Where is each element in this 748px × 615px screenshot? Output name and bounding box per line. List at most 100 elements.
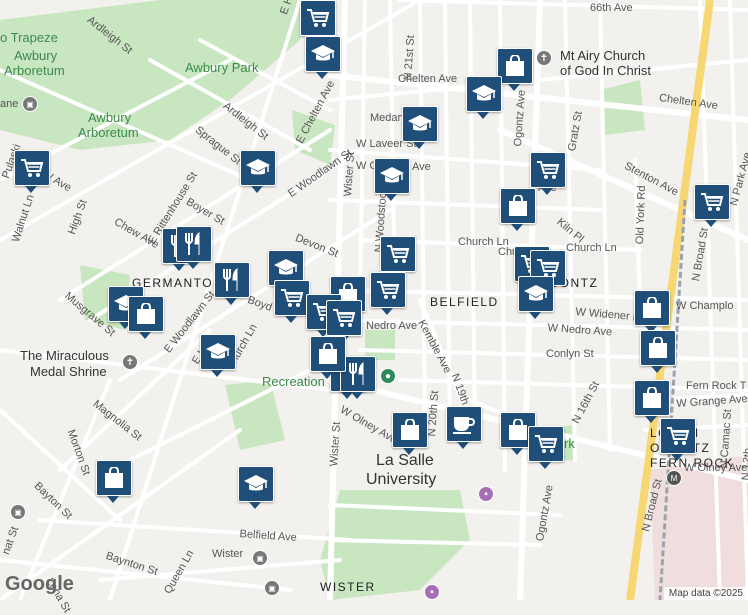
- graduation-cap-icon: [273, 258, 299, 278]
- shopping-bag-icon: [505, 55, 525, 77]
- shopping-cart-marker[interactable]: [370, 272, 406, 315]
- graduation-cap-marker[interactable]: [466, 76, 502, 119]
- street-label: Church Ln: [566, 242, 617, 254]
- street-label: Chelten Ave: [398, 73, 458, 85]
- place-label-church-b: of God In Christ: [560, 63, 652, 78]
- shopping-cart-marker[interactable]: [660, 418, 696, 461]
- shopping-cart-icon: [534, 434, 558, 454]
- street-label: Ave: [412, 161, 431, 173]
- restaurant-icon: [183, 232, 205, 256]
- street-label: Fern Rock T: [686, 380, 747, 392]
- shopping-bag-icon: [400, 419, 420, 441]
- shopping-cart-icon: [700, 192, 724, 212]
- restaurant-icon: [347, 362, 369, 386]
- graduation-cap-marker[interactable]: [402, 106, 438, 149]
- shopping-bag-icon: [642, 387, 662, 409]
- shopping-bag-marker[interactable]: [128, 296, 164, 339]
- graduation-cap-icon: [245, 158, 271, 178]
- shopping-cart-marker[interactable]: [274, 280, 310, 323]
- shopping-bag-marker[interactable]: [640, 330, 676, 373]
- google-logo: Google: [5, 573, 74, 595]
- street-label: Old York Rd: [634, 185, 649, 245]
- place-label-awbury-arboretum-1b: Arboretum: [4, 63, 65, 78]
- shopping-bag-marker[interactable]: [497, 48, 533, 91]
- graduation-cap-marker[interactable]: [374, 158, 410, 201]
- street-label: N 12th: [740, 447, 748, 481]
- graduation-cap-icon: [379, 166, 405, 186]
- neighborhood-label-wister: WISTER: [320, 580, 376, 594]
- street-label: W Olney Ave: [684, 462, 748, 474]
- street-label: Conlyn St: [546, 348, 594, 360]
- graduation-cap-icon: [407, 114, 433, 134]
- graduation-cap-marker[interactable]: [240, 150, 276, 193]
- graduation-cap-marker[interactable]: [238, 466, 274, 509]
- shopping-bag-marker[interactable]: [500, 188, 536, 231]
- graduation-cap-icon: [205, 342, 231, 362]
- street-label: Wister: [212, 548, 244, 560]
- restaurant-marker[interactable]: [176, 226, 212, 269]
- shopping-bag-icon: [642, 297, 662, 319]
- place-label-shrine-b: Medal Shrine: [30, 364, 107, 379]
- shopping-bag-icon: [104, 467, 124, 489]
- graduation-cap-marker[interactable]: [200, 334, 236, 377]
- shopping-cart-icon: [306, 8, 330, 28]
- school-icon[interactable]: ▪: [424, 584, 440, 600]
- transit-icon[interactable]: ▣: [10, 504, 26, 520]
- shopping-bag-icon: [648, 337, 668, 359]
- place-label-awbury-arboretum-2b: Arboretum: [78, 125, 139, 140]
- graduation-cap-icon: [523, 284, 549, 304]
- graduation-cap-icon: [310, 44, 336, 64]
- place-label-shrine-a: The Miraculous: [20, 348, 109, 363]
- shopping-cart-icon: [536, 258, 560, 278]
- graduation-cap-icon: [243, 474, 269, 494]
- park-pin-icon[interactable]: ●: [380, 368, 396, 384]
- university-icon[interactable]: ▪: [478, 486, 494, 502]
- place-label-lasalle-b: University: [366, 471, 437, 488]
- shopping-bag-icon: [136, 303, 156, 325]
- restaurant-marker[interactable]: [214, 262, 250, 305]
- place-label-park-partial: rk: [564, 436, 575, 451]
- shopping-cart-icon: [536, 160, 560, 180]
- shopping-cart-icon: [386, 244, 410, 264]
- transit-icon[interactable]: ▣: [264, 580, 280, 596]
- map-attribution: Map data ©2025: [663, 587, 748, 600]
- shopping-bag-marker[interactable]: [310, 336, 346, 379]
- shopping-cart-icon: [332, 308, 356, 328]
- street-label: 66th Ave: [590, 2, 633, 14]
- neighborhood-label-belfield: BELFIELD: [430, 295, 499, 309]
- shopping-cart-icon: [20, 158, 44, 178]
- shopping-cart-icon: [280, 288, 304, 308]
- street-label: Nedro Ave: [366, 320, 418, 332]
- shopping-bag-icon: [508, 195, 528, 217]
- coffee-cup-marker[interactable]: [446, 406, 482, 449]
- shopping-bag-icon: [318, 343, 338, 365]
- shopping-bag-marker[interactable]: [634, 380, 670, 423]
- graduation-cap-icon: [471, 84, 497, 104]
- place-label-awbury-arboretum-1a: Awbury: [14, 48, 58, 63]
- neighborhood-label-germantown: GERMANTO: [132, 276, 214, 290]
- transit-icon[interactable]: ▣: [22, 96, 38, 112]
- street-label: W Champlo: [676, 300, 734, 312]
- church-icon[interactable]: ✝: [122, 354, 138, 370]
- place-label-church-a: Mt Airy Church: [560, 48, 646, 63]
- transit-icon[interactable]: ▣: [252, 550, 268, 566]
- shopping-bag-marker[interactable]: [392, 412, 428, 455]
- graduation-cap-marker[interactable]: [305, 36, 341, 79]
- shopping-cart-marker[interactable]: [528, 426, 564, 469]
- coffee-cup-icon: [452, 414, 476, 434]
- shopping-cart-marker[interactable]: [694, 184, 730, 227]
- shopping-cart-marker[interactable]: [14, 150, 50, 193]
- shopping-cart-icon: [666, 426, 690, 446]
- place-label-trapeze: o Trapeze: [0, 30, 58, 45]
- shopping-bag-marker[interactable]: [634, 290, 670, 333]
- place-label-awbury-arboretum-2a: Awbury: [88, 110, 132, 125]
- shopping-bag-marker[interactable]: [96, 460, 132, 503]
- graduation-cap-marker[interactable]: [518, 276, 554, 319]
- subway-icon[interactable]: M: [666, 470, 682, 486]
- church-icon[interactable]: ✝: [536, 50, 552, 66]
- shopping-cart-icon: [376, 280, 400, 300]
- place-label-awbury-park: Awbury Park: [185, 60, 259, 75]
- street-label: ane: [0, 98, 19, 110]
- restaurant-icon: [221, 268, 243, 292]
- shopping-bag-icon: [508, 419, 528, 441]
